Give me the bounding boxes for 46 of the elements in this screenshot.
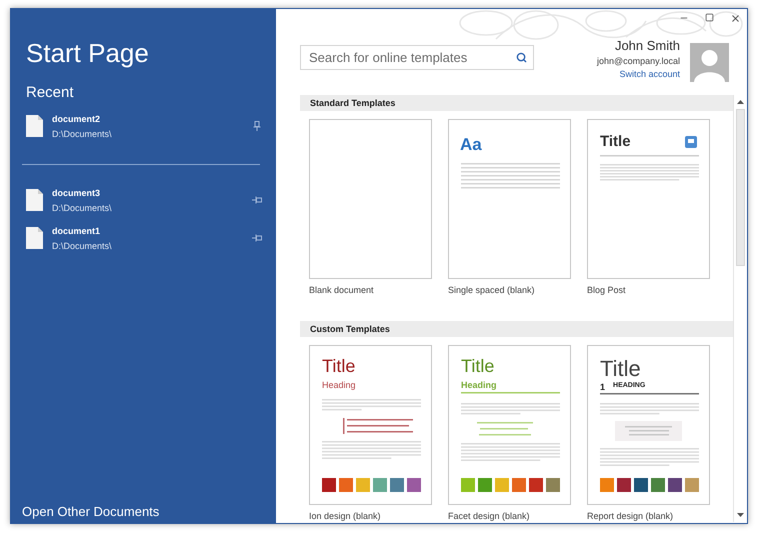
pin-icon[interactable] (252, 195, 262, 205)
template-card[interactable]: Title (587, 119, 710, 279)
recent-file-path: D:\Documents\ (52, 240, 113, 250)
caret-up-icon[interactable] (737, 100, 744, 104)
sample-title: Title (600, 357, 641, 380)
recent-heading: Recent (25, 83, 75, 101)
template-card[interactable]: Aa (448, 119, 571, 279)
document-icon (26, 115, 43, 137)
pin-icon[interactable] (252, 121, 262, 131)
pin-icon[interactable] (252, 233, 262, 243)
search-icon[interactable] (516, 52, 527, 63)
comment-icon (685, 136, 697, 148)
open-other-documents-link[interactable]: Open Other Documents (11, 504, 160, 519)
template-name: Blog Post (587, 285, 627, 295)
account-name: John Smith (614, 38, 680, 53)
search-field[interactable]: Search for online templates (300, 45, 534, 70)
template-card[interactable]: Title Heading (309, 345, 432, 505)
section-header: Standard Templates (300, 95, 733, 111)
template-name: Facet design (blank) (448, 511, 531, 521)
sample-heading: Heading (461, 380, 497, 390)
sample-title: Title (600, 133, 631, 150)
section-header: Custom Templates (300, 321, 733, 337)
template-name: Blank document (309, 285, 375, 295)
sample-title: Title (461, 357, 494, 376)
recent-file-name[interactable]: document2 (52, 114, 243, 124)
document-icon (26, 227, 43, 249)
recent-file-path: D:\Documents\ (52, 202, 113, 212)
page-title: Start Page (25, 38, 150, 69)
recent-file-path: D:\Documents\ (52, 128, 113, 138)
maximize-icon[interactable] (705, 13, 714, 22)
document-icon (26, 189, 43, 211)
sample-heading: Aa (460, 135, 482, 155)
template-name: Ion design (blank) (309, 511, 382, 521)
switch-account-link[interactable]: Switch account (619, 69, 680, 79)
account-email: john@company.local (596, 56, 680, 66)
recent-file-name[interactable]: document1 (52, 226, 243, 236)
template-name: Single spaced (blank) (448, 285, 536, 295)
caret-down-icon[interactable] (737, 513, 744, 517)
recent-file-name[interactable]: document3 (52, 188, 243, 198)
heading-number: 1 (600, 382, 606, 392)
avatar (690, 43, 729, 82)
sample-heading: Heading (322, 380, 356, 390)
sample-title: Title (322, 357, 356, 376)
template-name: Report design (blank) (587, 511, 674, 521)
template-card[interactable]: Title Heading (448, 345, 571, 505)
scrollbar-thumb[interactable] (736, 109, 745, 266)
